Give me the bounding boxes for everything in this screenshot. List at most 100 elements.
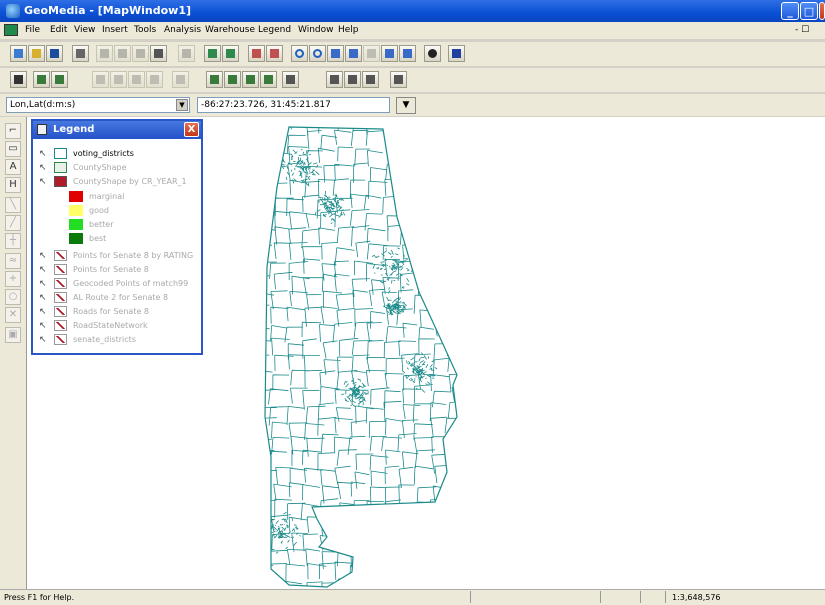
move-vertex-icon[interactable] — [172, 71, 189, 88]
menu-legend[interactable]: Legend — [258, 25, 291, 35]
zoom-out-icon[interactable] — [309, 45, 326, 62]
menu-view[interactable]: View — [74, 25, 95, 35]
select-tool-icon[interactable] — [204, 45, 221, 62]
locatable-arrow-icon[interactable]: ↖ — [39, 293, 47, 303]
split-icon[interactable] — [110, 71, 127, 88]
draw-area-icon[interactable]: ▭ — [5, 141, 21, 157]
paste-icon[interactable] — [132, 45, 149, 62]
locatable-arrow-icon[interactable]: ↖ — [39, 335, 47, 345]
select-by-polygon-icon[interactable] — [51, 71, 68, 88]
coordinate-readout-field[interactable]: -86:27:23.726, 31:45:21.817 — [197, 97, 390, 113]
copy-geometry-icon[interactable]: ▣ — [5, 327, 21, 343]
redigitize-icon[interactable] — [362, 71, 379, 88]
chevron-down-icon[interactable]: ▼ — [176, 99, 188, 111]
locatable-arrow-icon[interactable]: ↖ — [39, 265, 47, 275]
attribute-query-icon[interactable] — [282, 71, 299, 88]
not-displayed-icon — [54, 320, 67, 331]
measure-distance-icon[interactable] — [390, 71, 407, 88]
select-pointer-icon[interactable] — [10, 71, 27, 88]
cut-icon[interactable] — [96, 45, 113, 62]
copy-icon[interactable] — [114, 45, 131, 62]
placement-mode-icon[interactable] — [344, 71, 361, 88]
legend-title-bar[interactable]: Legend X — [33, 121, 201, 139]
legend-close-button[interactable]: X — [184, 122, 199, 137]
continue-geometry-icon[interactable] — [92, 71, 109, 88]
legend-entry-points-by-rating[interactable]: ↖ Points for Senate 8 by RATING — [39, 249, 199, 263]
coordinate-dropdown-button[interactable]: ▼ — [396, 97, 416, 114]
legend-entry-senate-districts[interactable]: ↖ senate_districts — [39, 333, 199, 347]
edit-point-icon[interactable]: ╱ — [5, 215, 21, 231]
status-divider — [640, 591, 641, 603]
locatable-arrow-icon[interactable]: ↖ — [39, 163, 47, 173]
trim-icon[interactable] — [128, 71, 145, 88]
status-divider — [665, 591, 666, 603]
delete-vertex-icon[interactable]: ✕ — [5, 307, 21, 323]
save-icon[interactable] — [46, 45, 63, 62]
menu-analysis[interactable]: Analysis — [164, 25, 201, 35]
legend-entry-voting-districts[interactable]: ↖ voting_districts — [39, 147, 199, 161]
close-button[interactable] — [819, 2, 825, 20]
insert-area-feature-icon[interactable] — [242, 71, 259, 88]
minimize-button[interactable]: _ — [781, 2, 799, 20]
select-by-fence-icon[interactable] — [33, 71, 50, 88]
draw-line-icon[interactable]: ⌐ — [5, 123, 21, 139]
properties-icon[interactable] — [248, 45, 265, 62]
insert-line-feature-icon[interactable] — [224, 71, 241, 88]
legend-entry-points-senate-8[interactable]: ↖ Points for Senate 8 — [39, 263, 199, 277]
legend-entry-roads-senate-8[interactable]: ↖ Roads for Senate 8 — [39, 305, 199, 319]
legend-icon — [37, 124, 47, 135]
fit-selection-icon[interactable] — [222, 45, 239, 62]
pan-icon[interactable] — [345, 45, 362, 62]
print-icon[interactable] — [72, 45, 89, 62]
locatable-arrow-icon[interactable]: ↖ — [39, 307, 47, 317]
undo-icon[interactable] — [178, 45, 195, 62]
legend-title: Legend — [53, 124, 95, 135]
text-tool-icon[interactable]: A — [5, 159, 21, 175]
extend-icon[interactable] — [146, 71, 163, 88]
menu-tools[interactable]: Tools — [134, 25, 156, 35]
mdi-window-controls[interactable]: - ☐ — [795, 25, 809, 35]
display-center-icon[interactable] — [424, 45, 441, 62]
area-style-icon — [54, 148, 67, 159]
zoom-in-icon[interactable] — [291, 45, 308, 62]
whats-this-help-icon[interactable] — [448, 45, 465, 62]
label-tool-icon[interactable]: H — [5, 177, 21, 193]
fit-all-icon[interactable] — [327, 45, 344, 62]
snap-icon[interactable]: ┼ — [5, 233, 21, 249]
map-window-icon[interactable] — [4, 24, 18, 36]
legend-entry-al-route-2[interactable]: ↖ AL Route 2 for Senate 8 — [39, 291, 199, 305]
menu-window[interactable]: Window — [298, 25, 334, 35]
new-geoworkspace-icon[interactable] — [10, 45, 27, 62]
legend-entry-geocoded-points[interactable]: ↖ Geocoded Points of match99 — [39, 277, 199, 291]
add-vertex-icon[interactable]: + — [5, 271, 21, 287]
previous-view-icon[interactable] — [363, 45, 380, 62]
legend-entry-countyshape[interactable]: ↖ CountyShape — [39, 161, 199, 175]
locatable-arrow-icon[interactable]: ↖ — [39, 149, 47, 159]
next-view-icon[interactable] — [381, 45, 398, 62]
rotate-icon[interactable]: ○ — [5, 289, 21, 305]
coordinate-system-select[interactable]: Lon,Lat(d:m:s) ▼ — [6, 97, 190, 113]
menu-file[interactable]: File — [25, 25, 40, 35]
insert-point-feature-icon[interactable] — [206, 71, 223, 88]
select-set-icon[interactable] — [266, 45, 283, 62]
snap-settings-icon[interactable] — [326, 71, 343, 88]
insert-text-feature-icon[interactable] — [260, 71, 277, 88]
open-geoworkspace-icon[interactable] — [28, 45, 45, 62]
menu-insert[interactable]: Insert — [102, 25, 128, 35]
delete-icon[interactable] — [150, 45, 167, 62]
locatable-arrow-icon[interactable]: ↖ — [39, 177, 47, 187]
smooth-icon[interactable]: ≈ — [5, 253, 21, 269]
edit-line-icon[interactable]: ╲ — [5, 197, 21, 213]
legend-entry-road-state-network[interactable]: ↖ RoadStateNetwork — [39, 319, 199, 333]
status-divider — [600, 591, 601, 603]
menu-help[interactable]: Help — [338, 25, 359, 35]
refresh-icon[interactable] — [399, 45, 416, 62]
locatable-arrow-icon[interactable]: ↖ — [39, 251, 47, 261]
locatable-arrow-icon[interactable]: ↖ — [39, 279, 47, 289]
menu-warehouse[interactable]: Warehouse — [205, 25, 255, 35]
legend-entry-countyshape-by-year[interactable]: ↖ CountyShape by CR_YEAR_1 — [39, 175, 199, 189]
menu-edit[interactable]: Edit — [50, 25, 67, 35]
map-scale: 1:3,648,576 — [672, 593, 721, 602]
maximize-button[interactable]: □ — [800, 2, 818, 20]
locatable-arrow-icon[interactable]: ↖ — [39, 321, 47, 331]
